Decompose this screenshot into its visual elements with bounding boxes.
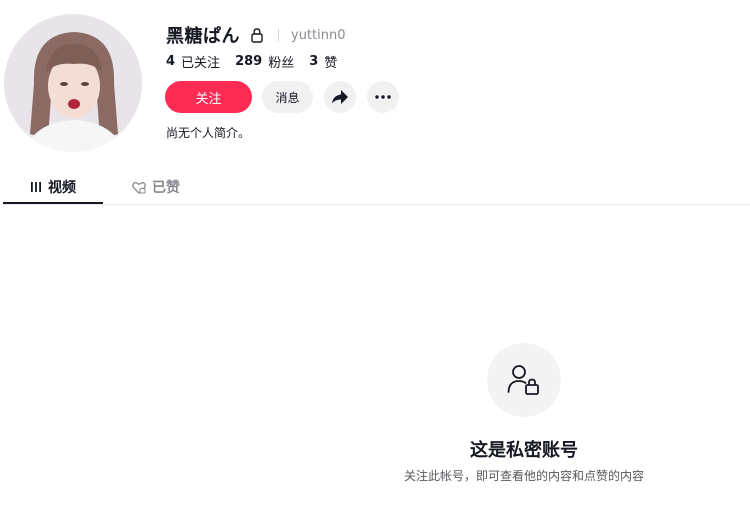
active-tab-indicator: [3, 202, 103, 204]
tab-videos[interactable]: 视频: [3, 170, 103, 204]
more-button[interactable]: [367, 81, 399, 113]
display-name: 黑糖ぱん: [166, 26, 240, 47]
followers-stat[interactable]: 289 粉丝: [235, 52, 294, 71]
action-buttons: 关注 消息: [165, 81, 399, 113]
stats-row: 4 已关注 289 粉丝 3 赞: [166, 52, 352, 71]
profile-tabs: 视频 已赞: [0, 170, 750, 205]
avatar[interactable]: [4, 14, 142, 152]
bio: 尚无个人简介。: [166, 126, 251, 140]
grid-icon: [31, 182, 41, 192]
share-icon: [332, 90, 348, 104]
following-count: 4: [166, 53, 176, 69]
name-separator: [278, 29, 279, 41]
private-account-title: 这是私密账号: [470, 440, 578, 461]
message-button[interactable]: 消息: [262, 81, 313, 113]
follow-button[interactable]: 关注: [165, 81, 252, 113]
liked-heart-icon: [132, 181, 146, 194]
likes-stat: 3 赞: [309, 52, 337, 71]
tab-liked[interactable]: 已赞: [110, 170, 202, 204]
private-account-description: 关注此帐号，即可查看他的内容和点赞的内容: [403, 469, 644, 483]
lock-icon: [250, 27, 264, 43]
following-stat[interactable]: 4 已关注: [166, 52, 220, 71]
following-label: 已关注: [181, 55, 221, 71]
more-icon: [375, 95, 391, 99]
tab-videos-label: 视频: [48, 180, 76, 196]
share-button[interactable]: [324, 81, 356, 113]
user-lock-icon: [507, 365, 539, 395]
avatar-image: [4, 14, 142, 152]
username: yuttinn0: [291, 27, 346, 43]
likes-count: 3: [309, 53, 319, 69]
likes-label: 赞: [324, 55, 338, 71]
name-row: 黑糖ぱん yuttinn0: [166, 22, 346, 48]
followers-count: 289: [235, 53, 263, 69]
tab-liked-label: 已赞: [152, 180, 180, 196]
followers-label: 粉丝: [268, 55, 295, 71]
private-icon-circle: [487, 343, 561, 417]
